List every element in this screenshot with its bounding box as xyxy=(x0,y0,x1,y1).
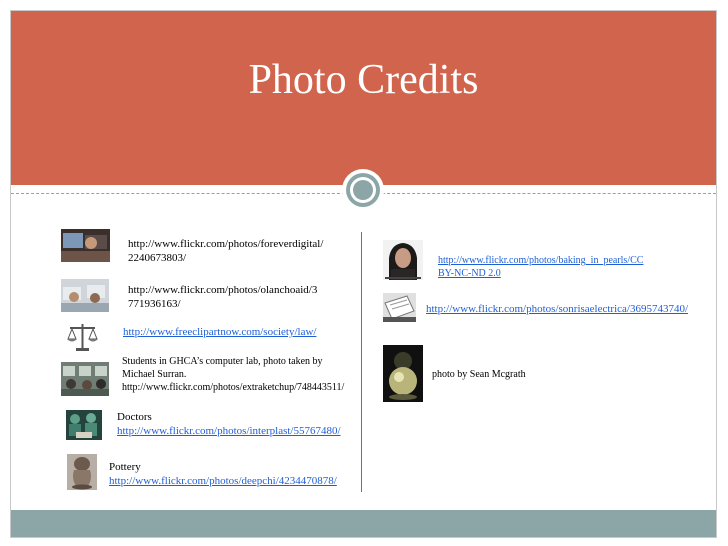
freeclipartnow-link[interactable]: http://www.freeclipartnow.com/society/la… xyxy=(123,325,316,339)
credit-text-line: http://www.flickr.com/photos/foreverdigi… xyxy=(128,238,324,250)
baking-in-pearls-license-link[interactable]: BY-NC-ND 2.0 xyxy=(438,267,643,280)
circle-badge-icon xyxy=(342,169,384,211)
credit-text-line: http://www.flickr.com/photos/extraketchu… xyxy=(122,382,345,393)
glowing-sphere-photo xyxy=(383,345,423,402)
credit-text-line: http://www.flickr.com/photos/olanchoaid/… xyxy=(128,284,318,296)
pottery-caption: Pottery xyxy=(109,461,141,473)
credit-baking-in-pearls: http://www.flickr.com/photos/baking_in_p… xyxy=(438,254,643,280)
pottery-photo xyxy=(67,454,97,490)
credit-extraketchup: Students in GHCA’s computer lab, photo t… xyxy=(122,355,344,394)
baking-in-pearls-link[interactable]: http://www.flickr.com/photos/baking_in_p… xyxy=(438,254,643,267)
doctors-surgery-photo xyxy=(66,410,102,440)
credit-text-line: Michael Surran. xyxy=(122,369,187,380)
credit-text-line: 2240673803/ xyxy=(128,252,187,264)
credit-text-line: Students in GHCA’s computer lab, photo t… xyxy=(122,356,323,367)
students-computer-lab-photo xyxy=(61,362,109,396)
woman-portrait-photo xyxy=(383,240,423,280)
credit-sean-mcgrath: photo by Sean Mcgrath xyxy=(432,368,526,381)
computer-lab-photo xyxy=(61,279,109,312)
slide: Photo Credits http://www.flickr.com/phot… xyxy=(0,0,728,546)
credit-interplast: Doctors http://www.flickr.com/photos/int… xyxy=(117,410,341,438)
doctors-caption: Doctors xyxy=(117,411,152,423)
credit-olanchoaid: http://www.flickr.com/photos/olanchoaid/… xyxy=(128,283,317,311)
credit-sonrisaelectrica: http://www.flickr.com/photos/sonrisaelec… xyxy=(426,302,688,316)
scales-of-justice-icon xyxy=(66,321,99,353)
sonrisaelectrica-link[interactable]: http://www.flickr.com/photos/sonrisaelec… xyxy=(426,302,688,316)
column-divider xyxy=(361,232,362,492)
credit-text-line: 771936163/ xyxy=(128,298,181,310)
papers-photo xyxy=(383,293,416,322)
slide-title: Photo Credits xyxy=(248,57,479,103)
credit-freeclipartnow: http://www.freeclipartnow.com/society/la… xyxy=(123,325,316,339)
credit-deepchi: Pottery http://www.flickr.com/photos/dee… xyxy=(109,460,337,488)
sean-mcgrath-credit: photo by Sean Mcgrath xyxy=(432,369,526,380)
credit-foreverdigital: http://www.flickr.com/photos/foreverdigi… xyxy=(128,237,323,265)
footer-bar xyxy=(11,510,716,537)
interplast-link[interactable]: http://www.flickr.com/photos/interplast/… xyxy=(117,424,341,438)
computer-desk-photo xyxy=(61,229,110,262)
deepchi-link[interactable]: http://www.flickr.com/photos/deepchi/423… xyxy=(109,474,337,488)
